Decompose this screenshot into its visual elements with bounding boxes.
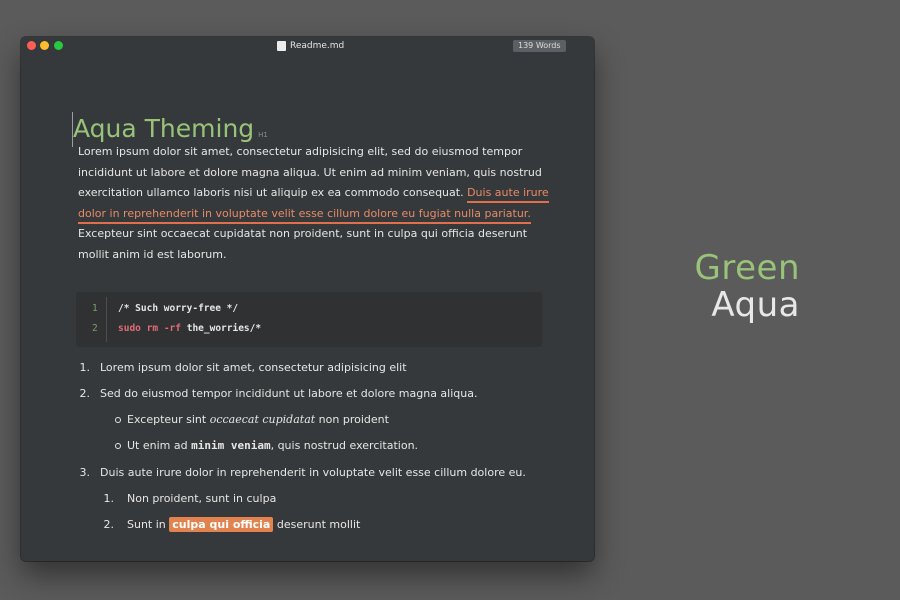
- list-item-text: Non proident, sunt in culpa: [127, 492, 277, 505]
- code-block: 1 /* Such worry-free */ 2 sudo rm -rf th…: [76, 292, 542, 347]
- list-item-text: Duis aute irure dolor in reprehenderit i…: [100, 466, 526, 479]
- bullet-icon: [115, 417, 121, 423]
- list-item-text: Lorem ipsum dolor sit amet, consectetur …: [100, 361, 407, 374]
- list-number: 2.: [103, 518, 115, 531]
- code-arg: the_worries/*: [186, 323, 262, 334]
- text-segment: Sunt in: [127, 518, 166, 531]
- list-item-text: Ut enim ad minim veniam, quis nostrud ex…: [127, 438, 418, 454]
- document-icon: [277, 41, 286, 51]
- list-number: 3.: [79, 466, 91, 479]
- titlebar: Readme.md 139 Words: [21, 37, 594, 55]
- text-segment: Excepteur sint: [127, 413, 207, 426]
- minimize-icon[interactable]: [40, 41, 49, 50]
- line-number: 1: [92, 303, 98, 314]
- italic-text: occaecat cupidatat: [209, 413, 316, 426]
- list-item-text: Sed do eiusmod tempor incididunt ut labo…: [100, 387, 478, 400]
- list-number: 1.: [103, 492, 115, 505]
- bullet-icon: [115, 443, 121, 449]
- code-command: sudo rm -rf the_worries/*: [118, 319, 261, 339]
- list-number: 1.: [79, 361, 91, 374]
- text-segment: non proident: [318, 413, 389, 426]
- list-item-text: Excepteur sint occaecat cupidatat non pr…: [127, 412, 389, 428]
- close-icon[interactable]: [27, 41, 36, 50]
- list-number: 2.: [79, 387, 91, 400]
- zoom-icon[interactable]: [54, 41, 63, 50]
- paragraph-text-2: Excepteur sint occaecat cupidatat non pr…: [78, 227, 528, 261]
- heading-text: Aqua Theming: [73, 114, 255, 143]
- word-count-badge[interactable]: 139 Words: [513, 40, 566, 52]
- code-gutter: [106, 297, 107, 342]
- window-title: Readme.md: [277, 40, 344, 52]
- window-title-text: Readme.md: [290, 41, 345, 51]
- list-item-text: Sunt in culpa qui officia deserunt molli…: [127, 517, 360, 533]
- text-segment: Ut enim ad: [127, 439, 188, 452]
- paragraph: Lorem ipsum dolor sit amet, consectetur …: [78, 142, 558, 265]
- code-comment: /* Such worry-free */: [118, 303, 239, 314]
- heading-level-tag: H1: [258, 131, 268, 139]
- editor-content[interactable]: Aqua Theming H1 Lorem ipsum dolor sit ame…: [21, 55, 594, 561]
- theme-name-aqua: Aqua: [711, 285, 800, 325]
- line-number: 2: [92, 323, 98, 334]
- inline-code: minim veniam: [191, 439, 271, 452]
- theme-name-green: Green: [694, 248, 800, 288]
- text-segment: deserunt mollit: [276, 518, 361, 531]
- code-keyword: -rf: [163, 323, 181, 334]
- code-keyword: sudo: [118, 323, 141, 334]
- text-segment: , quis nostrud exercitation.: [270, 439, 419, 452]
- highlighted-text: culpa qui officia: [169, 517, 274, 532]
- code-keyword: rm: [146, 323, 159, 334]
- editor-window: Readme.md 139 Words Aqua Theming H1 Lorem…: [21, 37, 594, 561]
